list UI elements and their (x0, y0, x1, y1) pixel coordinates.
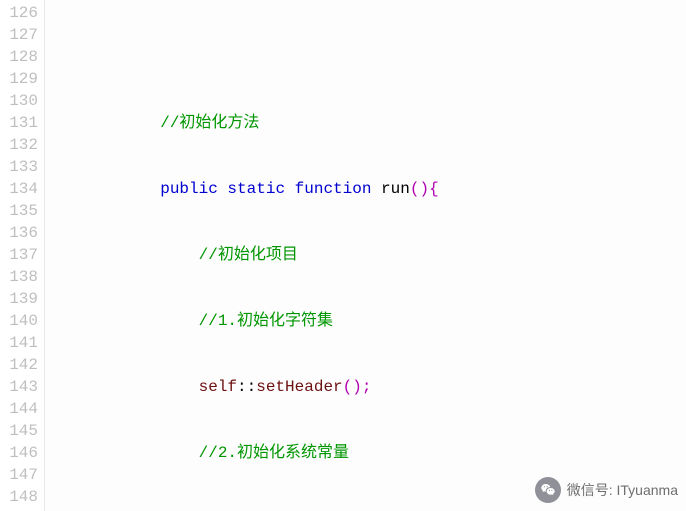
line-number: 136 (4, 222, 38, 244)
line-number: 139 (4, 288, 38, 310)
keyword: public static function (160, 180, 371, 198)
punctuation: (){ (410, 180, 439, 198)
line-number: 134 (4, 178, 38, 200)
function-name: run (371, 180, 409, 198)
line-number: 130 (4, 90, 38, 112)
line-number: 148 (4, 486, 38, 508)
line-number: 142 (4, 354, 38, 376)
comment: //1.初始化字符集 (199, 312, 333, 330)
wechat-badge: 微信号: ITyuanma (535, 477, 678, 503)
code-editor: 126 127 128 129 130 131 132 133 134 135 … (0, 0, 686, 511)
line-number-gutter: 126 127 128 129 130 131 132 133 134 135 … (0, 0, 45, 511)
comment: //2.初始化系统常量 (199, 444, 349, 462)
line-number: 138 (4, 266, 38, 288)
line-number: 144 (4, 398, 38, 420)
code-area: //初始化方法 public static function run(){ //… (45, 0, 439, 511)
comment: //初始化方法 (160, 114, 259, 132)
line-number: 147 (4, 464, 38, 486)
code-line: //2.初始化系统常量 (45, 442, 439, 464)
line-number: 143 (4, 376, 38, 398)
code-line: //1.初始化字符集 (45, 310, 439, 332)
line-number: 145 (4, 420, 38, 442)
code-line (45, 46, 439, 68)
scope-operator: :: (237, 378, 256, 396)
line-number: 146 (4, 442, 38, 464)
line-number: 126 (4, 2, 38, 24)
line-number: 141 (4, 332, 38, 354)
code-line: public static function run(){ (45, 178, 439, 200)
punctuation: (); (343, 378, 372, 396)
self-keyword: self (199, 378, 237, 396)
line-number: 131 (4, 112, 38, 134)
line-number: 129 (4, 68, 38, 90)
line-number: 133 (4, 156, 38, 178)
line-number: 140 (4, 310, 38, 332)
line-number: 128 (4, 46, 38, 68)
code-line: //初始化方法 (45, 112, 439, 134)
wechat-label: 微信号: ITyuanma (567, 480, 678, 500)
code-line: self::setHeader(); (45, 376, 439, 398)
code-line: //初始化项目 (45, 244, 439, 266)
wechat-icon (535, 477, 561, 503)
method-call: setHeader (256, 378, 342, 396)
line-number: 137 (4, 244, 38, 266)
line-number: 127 (4, 24, 38, 46)
line-number: 135 (4, 200, 38, 222)
line-number: 132 (4, 134, 38, 156)
comment: //初始化项目 (199, 246, 298, 264)
